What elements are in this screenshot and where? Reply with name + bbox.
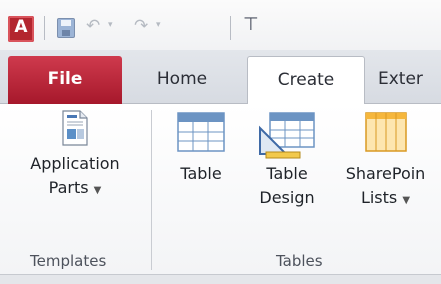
tab-external-data[interactable]: Exter [378, 50, 441, 104]
ribbon-tab-row: File Home Create Exter [0, 50, 441, 105]
qat-separator [230, 16, 231, 40]
sharepoint-lists-label-line2: Lists [360, 188, 398, 207]
application-parts-label-line2: Parts [48, 178, 89, 197]
ribbon-bottom-border [0, 274, 441, 284]
tab-create[interactable]: Create [247, 56, 365, 105]
access-app-icon[interactable]: A [8, 16, 34, 42]
tab-create-label: Create [277, 70, 335, 90]
group-separator [151, 110, 152, 270]
tab-home[interactable]: Home [132, 50, 232, 104]
chevron-down-icon: ▼ [402, 195, 411, 206]
redo-dropdown-icon[interactable]: ▾ [156, 20, 161, 30]
application-parts-icon [62, 110, 88, 146]
tab-home-label: Home [156, 69, 208, 89]
sharepoint-lists-label-line1: SharePoin [345, 164, 426, 183]
redo-icon[interactable]: ↷ [134, 16, 148, 36]
group-label-templates: Templates [30, 252, 107, 270]
table-design-label-line1: Table [266, 164, 308, 183]
table-icon [177, 112, 225, 152]
group-label-tables: Tables [276, 252, 323, 270]
tab-file[interactable]: File [8, 56, 122, 104]
application-parts-label-line1: Application [30, 154, 120, 173]
tab-external-label: Exter [378, 69, 423, 89]
table-design-label-line2: Design [259, 188, 315, 207]
save-icon[interactable] [57, 18, 75, 38]
quick-access-toolbar: A ↶ ▾ ↷ ▾ ⊤ [0, 0, 441, 50]
table-button[interactable]: Table [165, 110, 237, 186]
application-parts-button[interactable]: Application Parts ▼ [10, 110, 140, 203]
sharepoint-lists-icon [364, 112, 407, 152]
tab-file-label: File [47, 69, 83, 89]
customize-qat-icon[interactable]: ⊤ [243, 14, 259, 35]
undo-icon[interactable]: ↶ [86, 16, 100, 36]
table-design-button[interactable]: Table Design [248, 110, 326, 210]
table-design-icon [259, 112, 315, 159]
chevron-down-icon: ▼ [93, 185, 102, 196]
table-label: Table [180, 164, 222, 183]
undo-dropdown-icon[interactable]: ▾ [108, 20, 113, 30]
sharepoint-lists-button[interactable]: SharePoin Lists ▼ [333, 110, 438, 213]
qat-separator [44, 16, 45, 40]
app-icon-letter: A [14, 17, 28, 37]
ribbon-panel: Application Parts ▼ Table Table Design S… [0, 104, 441, 274]
